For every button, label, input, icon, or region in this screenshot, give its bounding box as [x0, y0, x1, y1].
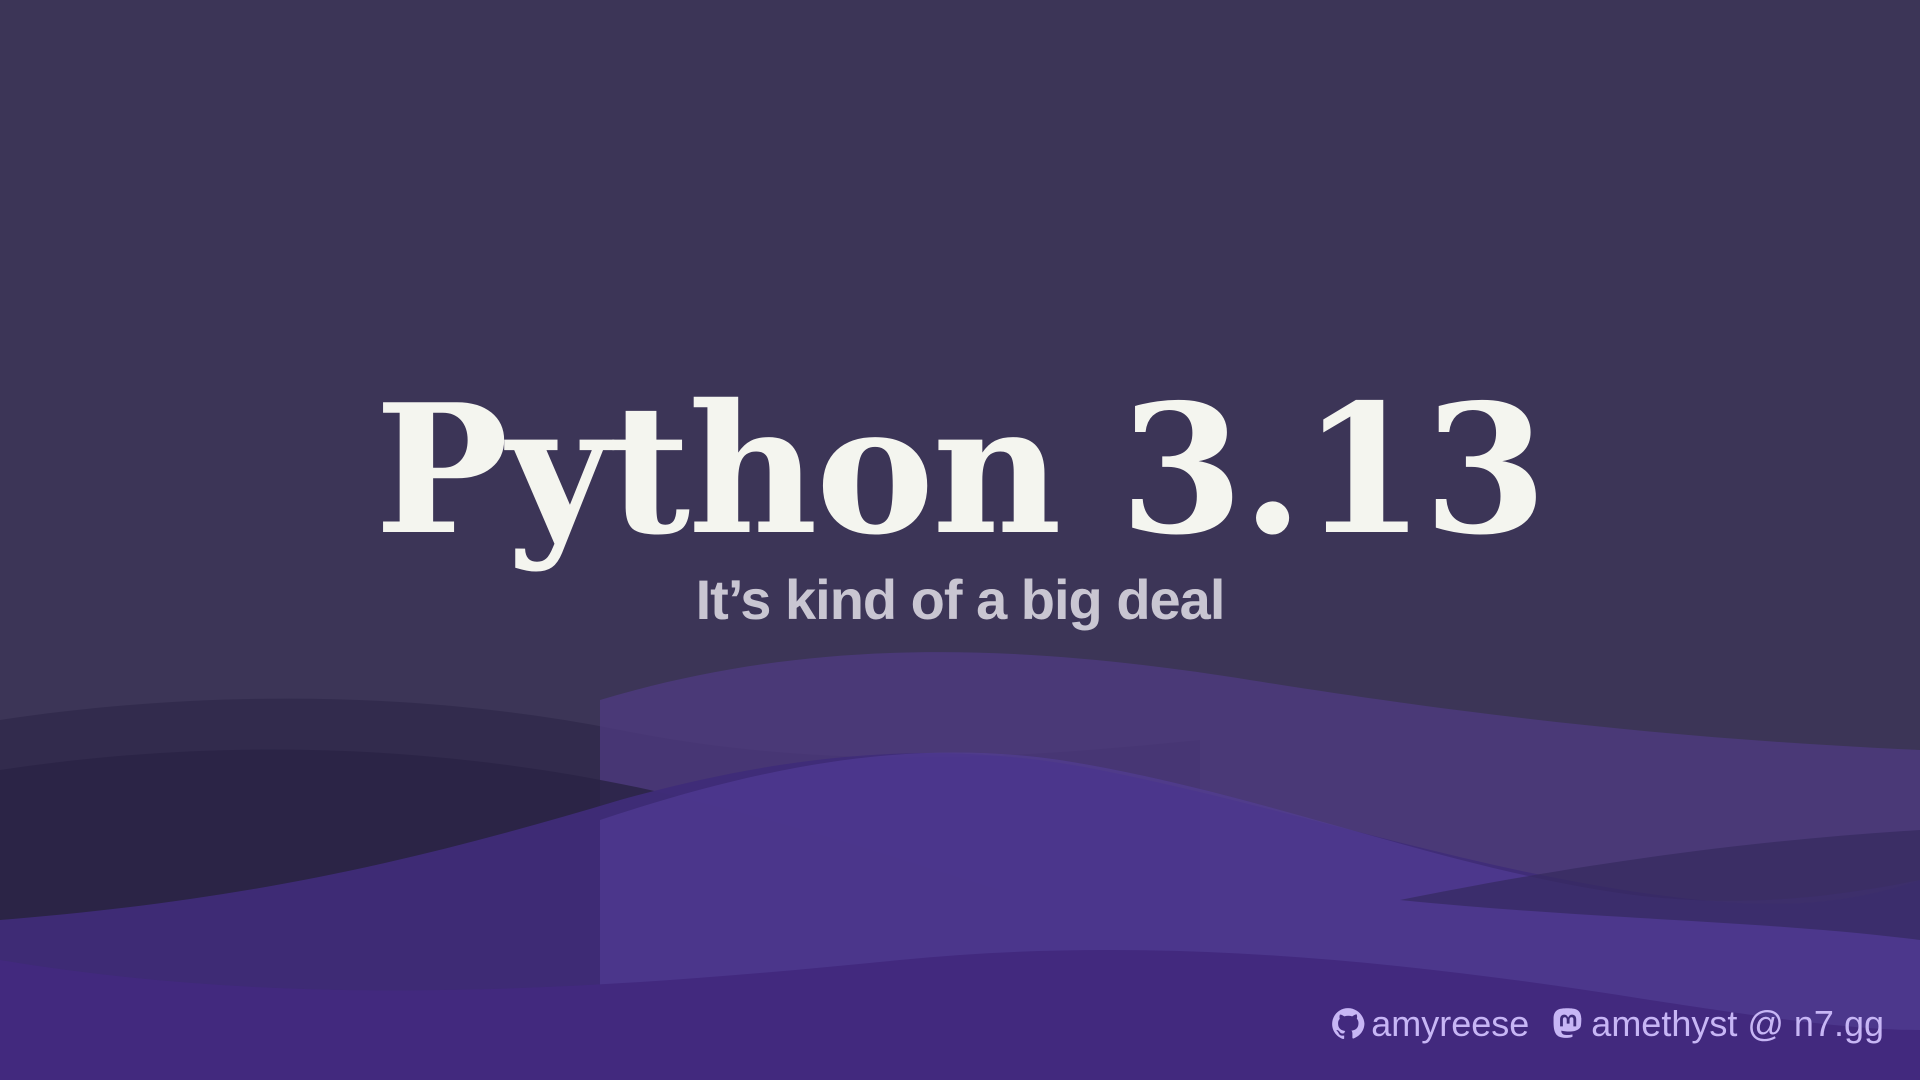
mastodon-handle-text: amethyst @ n7.gg — [1591, 1003, 1884, 1044]
github-handle[interactable]: amyreese — [1331, 1003, 1529, 1045]
social-footer: amyreese amethyst @ n7.gg — [1331, 998, 1884, 1050]
mastodon-handle[interactable]: amethyst @ n7.gg — [1551, 1003, 1884, 1045]
github-handle-text: amyreese — [1371, 1003, 1530, 1044]
page-subtitle: It’s kind of a big deal — [695, 568, 1226, 631]
mastodon-icon — [1551, 1007, 1585, 1041]
slide: Python 3.13 It’s kind of a big deal amyr… — [0, 0, 1920, 1080]
github-icon — [1331, 1007, 1365, 1041]
page-title: Python 3.13 — [374, 365, 1548, 574]
